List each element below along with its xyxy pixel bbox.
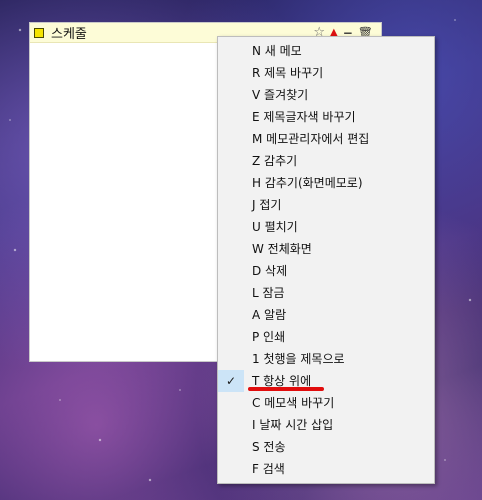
menu-item-label: M 메모관리자에서 편집 bbox=[252, 132, 370, 146]
menu-item-label: 1 첫행을 제목으로 bbox=[252, 352, 345, 366]
menu-item-new-memo[interactable]: N 새 메모 bbox=[218, 40, 434, 62]
menu-item-fullscreen[interactable]: W 전체화면 bbox=[218, 238, 434, 260]
menu-item-search[interactable]: F 검색 bbox=[218, 458, 434, 480]
menu-item-lock[interactable]: L 잠금 bbox=[218, 282, 434, 304]
checkmark-icon: ✓ bbox=[218, 370, 244, 392]
menu-item-title-color[interactable]: E 제목글자색 바꾸기 bbox=[218, 106, 434, 128]
menu-item-label: T 항상 위에 bbox=[252, 374, 312, 388]
memo-title: 스케줄 bbox=[51, 27, 87, 42]
menu-item-label: D 삭제 bbox=[252, 264, 288, 278]
menu-item-delete[interactable]: D 삭제 bbox=[218, 260, 434, 282]
menu-item-label: A 알람 bbox=[252, 308, 287, 322]
context-menu: N 새 메모 R 제목 바꾸기 V 즐겨찾기 E 제목글자색 바꾸기 M 메모관… bbox=[217, 36, 435, 484]
menu-item-label: C 메모색 바꾸기 bbox=[252, 396, 335, 410]
menu-item-label: E 제목글자색 바꾸기 bbox=[252, 110, 356, 124]
menu-item-label: J 접기 bbox=[252, 198, 282, 212]
menu-item-label: F 검색 bbox=[252, 462, 285, 476]
menu-item-label: N 새 메모 bbox=[252, 44, 302, 58]
menu-item-memo-color[interactable]: C 메모색 바꾸기 bbox=[218, 392, 434, 414]
menu-item-label: H 감추기(화면메모로) bbox=[252, 176, 363, 190]
memo-color-square-icon[interactable] bbox=[34, 27, 44, 38]
menu-item-label: I 날짜 시간 삽입 bbox=[252, 418, 334, 432]
menu-item-label: V 즐겨찾기 bbox=[252, 88, 309, 102]
menu-item-print[interactable]: P 인쇄 bbox=[218, 326, 434, 348]
menu-item-edit-in-manager[interactable]: M 메모관리자에서 편집 bbox=[218, 128, 434, 150]
menu-item-collapse[interactable]: J 접기 bbox=[218, 194, 434, 216]
annotation-underline bbox=[248, 387, 324, 391]
menu-item-rename[interactable]: R 제목 바꾸기 bbox=[218, 62, 434, 84]
menu-item-hide-to-screen[interactable]: H 감추기(화면메모로) bbox=[218, 172, 434, 194]
menu-item-label: Z 감추기 bbox=[252, 154, 298, 168]
menu-item-insert-datetime[interactable]: I 날짜 시간 삽입 bbox=[218, 414, 434, 436]
menu-item-label: P 인쇄 bbox=[252, 330, 286, 344]
menu-item-label: W 전체화면 bbox=[252, 242, 312, 256]
menu-item-favorites[interactable]: V 즐겨찾기 bbox=[218, 84, 434, 106]
menu-item-expand[interactable]: U 펼치기 bbox=[218, 216, 434, 238]
menu-item-always-on-top[interactable]: ✓ T 항상 위에 bbox=[218, 370, 434, 392]
menu-item-label: S 전송 bbox=[252, 440, 286, 454]
menu-item-alarm[interactable]: A 알람 bbox=[218, 304, 434, 326]
menu-item-label: R 제목 바꾸기 bbox=[252, 66, 324, 80]
menu-item-label: L 잠금 bbox=[252, 286, 285, 300]
menu-item-first-line-title[interactable]: 1 첫행을 제목으로 bbox=[218, 348, 434, 370]
menu-item-send[interactable]: S 전송 bbox=[218, 436, 434, 458]
menu-item-hide[interactable]: Z 감추기 bbox=[218, 150, 434, 172]
menu-item-label: U 펼치기 bbox=[252, 220, 298, 234]
